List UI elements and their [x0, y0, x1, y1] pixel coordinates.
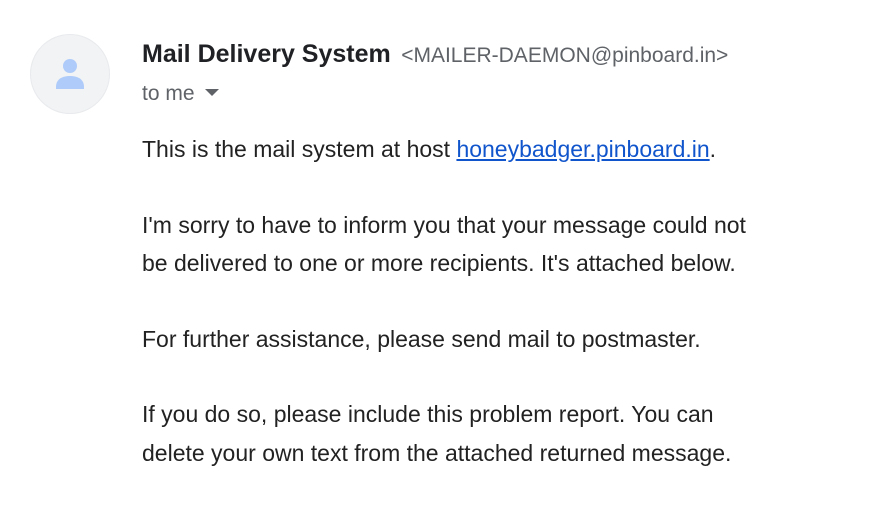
body-p2-line-1: I'm sorry to have to inform you that you… — [142, 211, 746, 238]
body-p1-prefix: This is the mail system at host — [142, 136, 457, 162]
sender-line: Mail Delivery System <MAILER-DAEMON@pinb… — [142, 38, 728, 74]
body-paragraph-2: I'm sorry to have to inform you that you… — [142, 206, 862, 283]
body-p4-line-2: delete your own text from the attached r… — [142, 439, 732, 466]
recipient-label: to me — [142, 82, 195, 105]
sender-name[interactable]: Mail Delivery System — [142, 40, 391, 68]
body-paragraph-3: For further assistance, please send mail… — [142, 320, 862, 359]
body-paragraph-4: If you do so, please include this proble… — [142, 395, 862, 472]
body-p2-line-2: be delivered to one or more recipients. … — [142, 250, 736, 276]
body-p3-text: For further assistance, please send mail… — [142, 325, 701, 352]
body-p4-line-1: If you do so, please include this proble… — [142, 401, 714, 427]
body-paragraph-1: This is the mail system at host honeybad… — [142, 130, 862, 169]
caret-down-icon[interactable] — [204, 88, 219, 96]
person-icon — [56, 59, 84, 89]
recipient-details-toggle[interactable]: to me — [142, 78, 219, 110]
message-body: This is the mail system at host honeybad… — [142, 130, 862, 509]
sender-avatar[interactable] — [30, 34, 110, 114]
sender-email[interactable]: <MAILER-DAEMON@pinboard.in> — [401, 44, 728, 67]
body-p1-suffix: . — [709, 136, 717, 162]
host-link[interactable]: honeybadger.pinboard.in — [456, 136, 709, 162]
